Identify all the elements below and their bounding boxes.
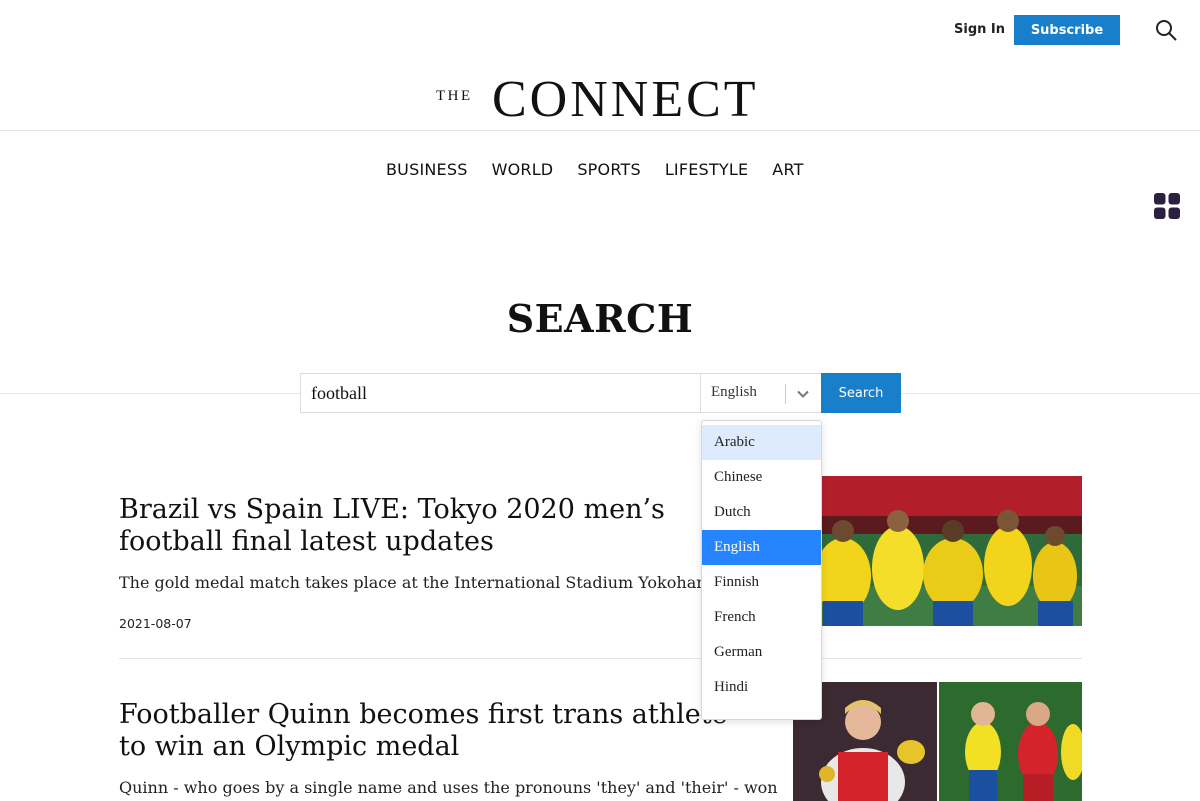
logo-wordmark[interactable]: CONNECT <box>492 70 759 130</box>
language-option-hindi[interactable]: Hindi <box>702 670 821 705</box>
nav-item-world[interactable]: WORLD <box>492 160 554 179</box>
grid-icon[interactable] <box>1154 193 1180 219</box>
search-button[interactable]: Search <box>821 373 901 413</box>
article-title[interactable]: Footballer Quinn becomes first trans ath… <box>119 699 739 763</box>
language-option-french[interactable]: French <box>702 600 821 635</box>
main-nav: BUSINESS WORLD SPORTS LIFESTYLE ART <box>386 160 804 179</box>
nav-item-art[interactable]: ART <box>772 160 803 179</box>
subscribe-button[interactable]: Subscribe <box>1014 15 1120 45</box>
nav-item-sports[interactable]: SPORTS <box>577 160 640 179</box>
language-option-german[interactable]: German <box>702 635 821 670</box>
article-description: Quinn - who goes by a single name and us… <box>119 778 778 797</box>
language-option-arabic[interactable]: Arabic <box>702 425 821 460</box>
nav-item-business[interactable]: BUSINESS <box>386 160 468 179</box>
logo-the: THE <box>436 88 473 104</box>
search-input[interactable] <box>300 373 701 413</box>
language-option-chinese[interactable]: Chinese <box>702 460 821 495</box>
language-option-dutch[interactable]: Dutch <box>702 495 821 530</box>
language-dropdown: Arabic Chinese Dutch English Finnish Fre… <box>701 420 822 720</box>
sign-in-link[interactable]: Sign In <box>954 20 1005 40</box>
page-title: SEARCH <box>506 296 694 341</box>
select-divider <box>785 384 786 404</box>
chevron-down-icon[interactable] <box>795 386 811 402</box>
language-option-english[interactable]: English <box>702 530 821 565</box>
article-image[interactable] <box>793 682 1082 801</box>
article-title[interactable]: Brazil vs Spain LIVE: Tokyo 2020 men’s f… <box>119 494 719 558</box>
article-description: The gold medal match takes place at the … <box>119 573 721 592</box>
language-option-finnish[interactable]: Finnish <box>702 565 821 600</box>
header-divider <box>0 130 1200 131</box>
article-image[interactable] <box>793 476 1082 626</box>
article-divider <box>119 658 1082 659</box>
nav-item-lifestyle[interactable]: LIFESTYLE <box>665 160 748 179</box>
search-icon[interactable] <box>1155 19 1177 41</box>
language-select[interactable]: English <box>700 373 822 413</box>
language-select-value: English <box>711 384 757 400</box>
article-date: 2021-08-07 <box>119 616 192 631</box>
